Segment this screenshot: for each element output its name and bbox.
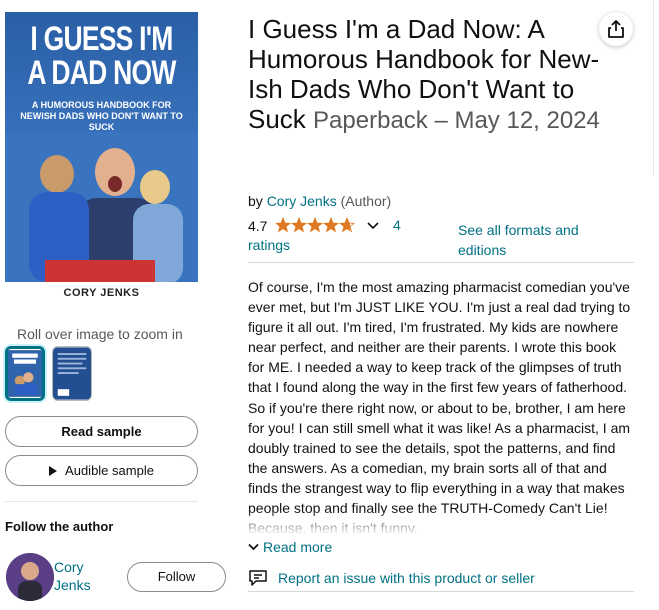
author-last-name: Jenks bbox=[54, 577, 91, 593]
divider bbox=[248, 591, 634, 592]
product-format: Paperback – May 12, 2024 bbox=[313, 107, 600, 134]
chevron-down-icon[interactable] bbox=[367, 217, 379, 233]
chevron-down-icon bbox=[248, 543, 259, 551]
thumbnail-front-cover[interactable] bbox=[5, 346, 45, 401]
share-icon bbox=[608, 20, 624, 38]
cover-title: I GUESS I'M A DAD NOW bbox=[27, 20, 176, 92]
book-cover-image[interactable]: I GUESS I'M A DAD NOW A HUMOROUS HANDBOO… bbox=[5, 12, 198, 282]
author-avatar[interactable] bbox=[6, 553, 54, 601]
star-rating-icon bbox=[275, 217, 357, 233]
read-more-link[interactable]: Read more bbox=[248, 539, 332, 555]
zoom-hint: Roll over image to zoom in bbox=[17, 326, 183, 342]
report-issue-link[interactable]: Report an issue with this product or sel… bbox=[248, 569, 535, 587]
play-icon bbox=[49, 466, 58, 476]
cover-subtitle: A HUMOROUS HANDBOOK FOR NEWISH DADS WHO … bbox=[20, 100, 183, 132]
read-more-label: Read more bbox=[263, 539, 333, 555]
author-first-name: Cory bbox=[54, 559, 84, 575]
author-photo bbox=[6, 553, 54, 601]
ratings-link[interactable]: ratings bbox=[248, 237, 290, 253]
author-name-link[interactable]: Cory Jenks bbox=[54, 558, 114, 594]
report-icon bbox=[249, 570, 267, 586]
thumbnail-back-image bbox=[53, 347, 91, 400]
product-title-block: I Guess I'm a Dad Now: A Humorous Handbo… bbox=[248, 14, 618, 136]
audible-sample-button[interactable]: Audible sample bbox=[5, 455, 198, 486]
rating-count-link[interactable]: 4 bbox=[393, 217, 401, 233]
share-button[interactable] bbox=[599, 12, 633, 46]
byline: by Cory Jenks (Author) bbox=[248, 193, 391, 209]
author-role: (Author) bbox=[340, 193, 392, 209]
thumbnail-back-cover[interactable] bbox=[52, 346, 92, 401]
thumbnail-front-image bbox=[8, 350, 42, 397]
cover-author: CORY JENKS bbox=[63, 287, 140, 299]
divider bbox=[248, 262, 634, 263]
see-all-formats-link[interactable]: See all formats and editions bbox=[458, 220, 608, 260]
author-link[interactable]: Cory Jenks bbox=[267, 193, 337, 209]
description-fade bbox=[248, 510, 636, 534]
rating-summary[interactable]: 4.7 bbox=[248, 217, 379, 234]
rating-value: 4.7 bbox=[248, 218, 268, 234]
byline-prefix: by bbox=[248, 193, 263, 209]
product-description: Of course, I'm the most amazing pharmaci… bbox=[248, 279, 631, 534]
follow-button[interactable]: Follow bbox=[127, 562, 226, 592]
report-issue-label: Report an issue with this product or sel… bbox=[278, 570, 535, 586]
audible-sample-label: Audible sample bbox=[65, 463, 154, 478]
follow-author-heading: Follow the author bbox=[5, 519, 114, 534]
cover-photo bbox=[5, 132, 198, 282]
divider bbox=[5, 501, 198, 502]
read-sample-button[interactable]: Read sample bbox=[5, 416, 198, 447]
panel-edge bbox=[653, 0, 654, 175]
